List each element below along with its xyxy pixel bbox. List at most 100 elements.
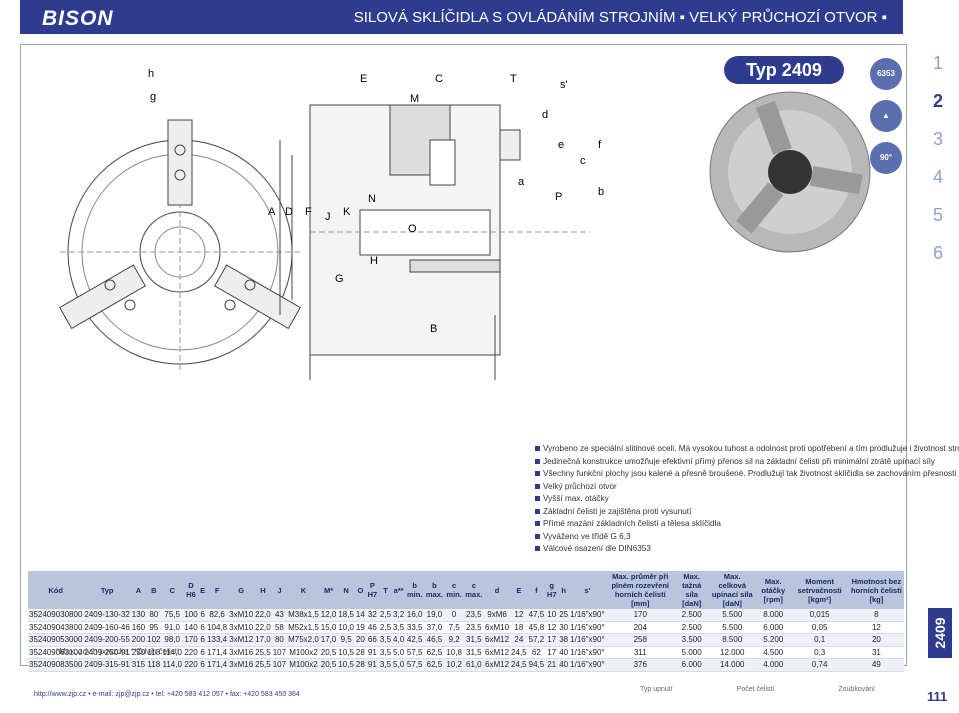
column-header: Max. celková upínací síla [daN]: [708, 571, 757, 609]
table-cell: 6xM10: [484, 621, 511, 634]
table-cell: 15,0: [319, 621, 338, 634]
table-cell: 22,0: [254, 609, 272, 622]
footer-legend-item: Počet čelistí: [736, 686, 775, 693]
table-cell: 5,0: [392, 658, 406, 672]
table-cell: 23,5: [463, 621, 485, 634]
column-header: f: [527, 571, 546, 609]
table-cell: 75,5: [161, 609, 183, 622]
column-header: c min.: [444, 571, 464, 609]
table-cell: 12: [510, 609, 528, 622]
table-cell: 2.500: [674, 609, 709, 622]
table-cell: 376: [605, 658, 675, 672]
table-cell: 9,2: [444, 633, 464, 647]
table-cell: 19: [354, 621, 366, 634]
label-A: A: [268, 206, 276, 218]
column-header: Max. tažná síla [daN]: [674, 571, 709, 609]
table-note: *Max. zdvih pouzdra **Zdvih čelisti: [56, 647, 179, 656]
label-d: d: [542, 109, 548, 121]
table-cell: 102: [146, 633, 162, 647]
table-cell: 352409030800: [28, 609, 84, 622]
column-header: Moment setrvačnosti [kgm²]: [790, 571, 849, 609]
table-cell: 18,5: [337, 609, 355, 622]
label-b: b: [598, 186, 604, 198]
table-cell: 0,1: [790, 633, 849, 647]
table-cell: M52x1,5: [287, 621, 320, 634]
table-cell: 12: [848, 621, 904, 634]
table-cell: 114,0: [161, 658, 183, 672]
table-cell: 28: [354, 658, 366, 672]
table-cell: 1/16"x90°: [569, 646, 606, 659]
table-cell: 20,5: [319, 658, 338, 672]
column-header: F: [206, 571, 229, 609]
table-cell: 2409-200-55: [83, 633, 131, 647]
table-cell: 5,0: [392, 646, 406, 659]
column-header: O: [354, 571, 366, 609]
table-cell: 200: [130, 633, 147, 647]
side-view: [279, 104, 590, 380]
tab-3[interactable]: 3: [918, 120, 958, 158]
table-cell: 31: [848, 646, 904, 659]
column-header: K: [287, 571, 320, 609]
table-cell: 42,5: [405, 633, 425, 647]
feature-item: Základní čelisti je zajištěna proti vysu…: [535, 506, 895, 519]
column-header: N: [337, 571, 355, 609]
feature-item: Válcové osazení dle DIN6353: [535, 543, 895, 556]
table-cell: 1/16"x90°: [569, 658, 606, 672]
footer-legend-item: Zoubkování: [838, 686, 875, 693]
label-M: M: [410, 93, 419, 105]
column-header: d: [484, 571, 511, 609]
table-cell: 40: [558, 646, 570, 659]
table-cell: 3,5: [378, 633, 393, 647]
table-cell: 49: [848, 658, 904, 672]
side-tabs: 1 2 3 4 5 6: [918, 44, 958, 272]
feature-item: Velký průchozí otvor: [535, 481, 895, 494]
tab-4[interactable]: 4: [918, 158, 958, 196]
table-row: 352409083500 2409-315-91 315 118 114,0 220 6 17…: [28, 658, 904, 672]
column-header: Max. otáčky [rpm]: [756, 571, 791, 609]
table-cell: 24,5: [510, 658, 528, 672]
table-cell: 23,5: [463, 609, 485, 622]
table-cell: 3,5: [378, 658, 393, 672]
table-cell: 3xM16: [228, 658, 255, 672]
label-T: T: [510, 73, 517, 85]
table-cell: 22,0: [254, 621, 272, 634]
table-cell: 3xM10: [228, 621, 255, 634]
label-f: f: [598, 139, 602, 151]
table-cell: 31,5: [463, 633, 485, 647]
column-header: Typ: [83, 571, 131, 609]
table-cell: 14.000: [708, 658, 757, 672]
column-header: A: [130, 571, 147, 609]
label-K: K: [343, 206, 351, 218]
table-cell: 40: [558, 658, 570, 672]
table-cell: 17,0: [254, 633, 272, 647]
label-F: F: [305, 206, 312, 218]
table-cell: 10,2: [444, 658, 464, 672]
page-number: 111: [927, 689, 948, 704]
table-cell: 61,0: [463, 658, 485, 672]
tab-6[interactable]: 6: [918, 234, 958, 272]
table-cell: 0,05: [790, 621, 849, 634]
column-header: Max. průměr při plném rozevření horních …: [605, 571, 675, 609]
column-header: J: [271, 571, 288, 609]
table-cell: 91,0: [161, 621, 183, 634]
table-cell: 10,0: [337, 621, 355, 634]
tab-5[interactable]: 5: [918, 196, 958, 234]
feature-item: Přímé mazání základních čelistí a tělesa…: [535, 518, 895, 531]
table-cell: 6.000: [756, 621, 791, 634]
table-cell: 94,5: [527, 658, 546, 672]
table-cell: 62,5: [424, 646, 445, 659]
spec-table: Kód Typ A B C D H6 E F G H J K M* N O P H7 Ta** b min. b m…: [28, 571, 904, 672]
table-cell: 220: [182, 658, 200, 672]
table-cell: 46: [365, 621, 379, 634]
label-g: g: [150, 91, 156, 103]
tab-1[interactable]: 1: [918, 44, 958, 82]
tab-2[interactable]: 2: [918, 82, 958, 120]
table-cell: 58: [271, 621, 288, 634]
table-cell: M100x2: [287, 646, 320, 659]
table-cell: 25,5: [254, 646, 272, 659]
table-cell: 20: [354, 633, 366, 647]
angle-badge: 90°: [870, 142, 902, 174]
feature-item: Jedinečná konstrukce umožňuje efektivní …: [535, 456, 935, 469]
table-cell: 2409-130-32: [83, 609, 131, 622]
table-cell: 104,8: [206, 621, 229, 634]
